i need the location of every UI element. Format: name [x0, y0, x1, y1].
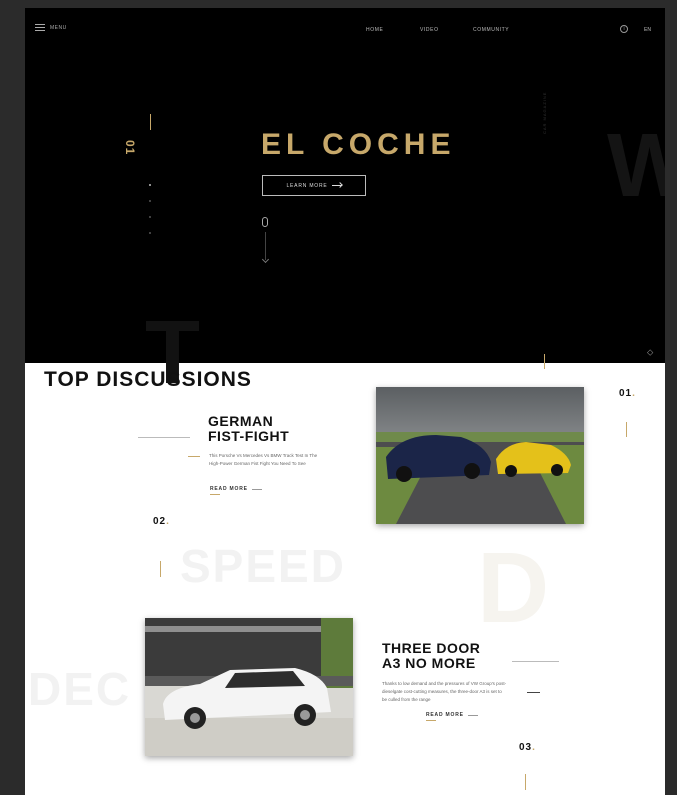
article-1-title: GERMAN FIST-FIGHT: [208, 414, 289, 444]
learn-more-button[interactable]: LEARN MORE: [262, 175, 366, 196]
learn-more-label: LEARN MORE: [286, 182, 328, 189]
menu-button[interactable]: MENU: [35, 24, 67, 31]
article-3-accent-rule: [527, 692, 540, 693]
slide-dot-4[interactable]: [149, 232, 151, 234]
scroll-down-icon[interactable]: [261, 255, 270, 264]
nav-link-community[interactable]: COMMUNITY: [473, 27, 509, 33]
article-1-tick: [626, 422, 627, 437]
article-number-02: 02.: [153, 516, 170, 527]
article-3-read-more[interactable]: READ MORE: [426, 712, 478, 721]
hero-section: MENU HOME VIDEO COMMUNITY i EN 01 W T EL…: [25, 8, 665, 398]
arrow-right-icon: [467, 714, 478, 716]
article-3-read-more-label: READ MORE: [426, 712, 464, 718]
article-3-text: Thanks to low demand and the pressures o…: [382, 681, 507, 702]
article-1-title-line-2: FIST-FIGHT: [208, 428, 290, 444]
article-3-rule: [512, 661, 559, 662]
info-icon[interactable]: i: [620, 25, 628, 33]
slide-dot-2[interactable]: [149, 200, 151, 202]
article-3-title-line-1: THREE DOOR: [382, 640, 481, 656]
article-number-01: 01.: [619, 388, 636, 399]
section-title: TOP DISCUSSIONS: [44, 368, 252, 391]
read-more-underline: [426, 720, 436, 721]
arrow-right-icon: [331, 185, 342, 186]
hero-notch: [374, 348, 665, 363]
article-1-rule: [138, 437, 190, 438]
slide-indicator-line: [150, 114, 151, 130]
ghost-word-speed: SPEED: [180, 540, 346, 592]
arrow-right-icon: [251, 488, 262, 490]
article-1-title-line-1: GERMAN: [208, 413, 274, 429]
article-1-text: This Porsche Vs Mercedes Vs BMW Track Te…: [209, 453, 318, 466]
ghost-word-dec: DEC: [28, 663, 132, 715]
side-vertical-text: CAR MAGAZINE: [542, 91, 547, 134]
article-1-read-more-label: READ MORE: [210, 486, 248, 492]
car-image-audi-a3[interactable]: [145, 618, 353, 756]
article-number-03: 03.: [519, 742, 536, 753]
article-number-02-value: 02: [153, 516, 167, 527]
article-number-03-value: 03: [519, 742, 533, 753]
language-selector[interactable]: EN: [644, 27, 651, 33]
article-1-accent-rule: [188, 456, 200, 457]
article-2-tick: [160, 561, 161, 577]
ghost-letter-d: D: [477, 532, 550, 644]
share-icon[interactable]: ⬦: [647, 347, 653, 358]
article-3-tick: [525, 774, 526, 790]
nav-link-home[interactable]: HOME: [366, 27, 383, 33]
slide-dot-3[interactable]: [149, 216, 151, 218]
article-1-read-more[interactable]: READ MORE: [210, 486, 262, 495]
mouse-scroll-icon: [262, 217, 268, 227]
menu-label: MENU: [50, 24, 67, 31]
divider-tick: [544, 354, 545, 369]
slide-dot-1[interactable]: [149, 184, 151, 186]
article-number-01-value: 01: [619, 388, 633, 399]
hero-background-letter-w: W: [607, 116, 665, 216]
nav-link-video[interactable]: VIDEO: [420, 27, 439, 33]
page-frame: MENU HOME VIDEO COMMUNITY i EN 01 W T EL…: [25, 8, 665, 795]
hero-title: EL COCHE: [261, 128, 456, 161]
slide-dots: [149, 184, 151, 248]
car-image-porsche-mercedes[interactable]: [376, 387, 584, 524]
slide-number: 01: [123, 140, 137, 156]
hamburger-menu-icon[interactable]: [35, 24, 45, 31]
article-3-title: THREE DOOR A3 NO MORE: [382, 641, 480, 671]
read-more-underline: [210, 494, 220, 495]
article-3-title-line-2: A3 NO MORE: [382, 655, 476, 671]
